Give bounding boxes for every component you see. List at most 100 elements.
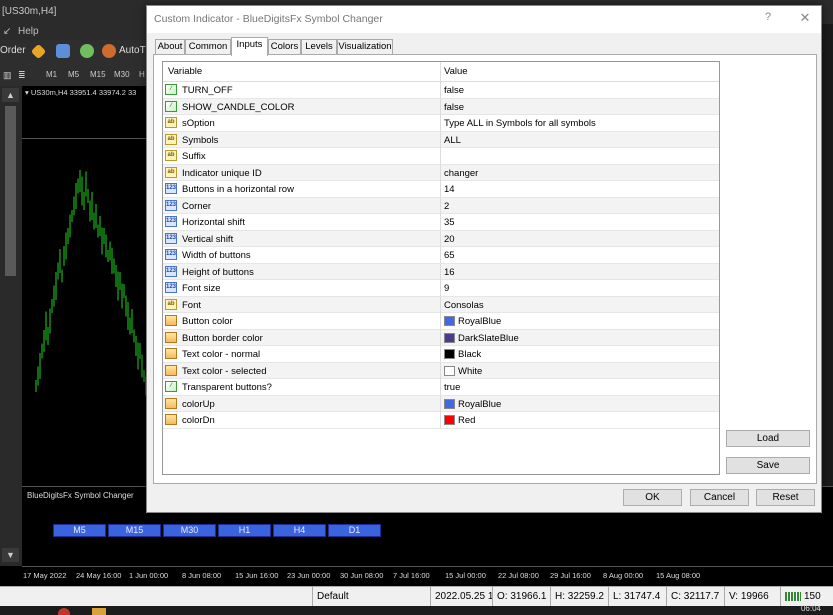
timeframe-m15[interactable]: M15 bbox=[90, 70, 106, 79]
column-divider bbox=[440, 346, 441, 362]
timeframe-h[interactable]: H bbox=[139, 70, 145, 79]
input-value[interactable]: Consolas bbox=[444, 300, 484, 311]
autotrading-icon[interactable] bbox=[102, 44, 116, 58]
input-row[interactable]: 123 Height of buttons 16 bbox=[163, 263, 719, 280]
input-value[interactable]: White bbox=[458, 366, 482, 377]
tab-common[interactable]: Common bbox=[185, 39, 231, 55]
input-row[interactable]: 123 Buttons in a horizontal row 14 bbox=[163, 181, 719, 198]
input-row[interactable]: 123 Font size 9 bbox=[163, 280, 719, 297]
tab-levels[interactable]: Levels bbox=[301, 39, 337, 55]
input-value[interactable]: 20 bbox=[444, 234, 455, 245]
input-value[interactable]: 9 bbox=[444, 283, 449, 294]
column-header-value[interactable]: Value bbox=[444, 66, 468, 77]
help-icon[interactable]: ? bbox=[760, 11, 776, 27]
column-divider bbox=[440, 247, 441, 263]
tf-button-h1[interactable]: H1 bbox=[218, 524, 271, 537]
input-value[interactable]: ALL bbox=[444, 135, 461, 146]
input-row[interactable]: ab Font Consolas bbox=[163, 296, 719, 313]
signal-icon[interactable] bbox=[80, 44, 94, 58]
input-row[interactable]: 123 Vertical shift 20 bbox=[163, 230, 719, 247]
menu-help[interactable]: Help bbox=[18, 26, 39, 37]
status-datetime: 2022.05.25 16:00 bbox=[430, 587, 492, 606]
input-value[interactable]: Red bbox=[458, 415, 475, 426]
load-button[interactable]: Load bbox=[726, 430, 810, 447]
tab-about[interactable]: About bbox=[155, 39, 185, 55]
input-row[interactable]: colorUp RoyalBlue bbox=[163, 395, 719, 412]
ok-button[interactable]: OK bbox=[623, 489, 682, 506]
input-variable-name: Transparent buttons? bbox=[182, 382, 272, 393]
tab-visualization[interactable]: Visualization bbox=[337, 39, 393, 55]
input-value[interactable]: RoyalBlue bbox=[458, 316, 501, 327]
integer-type-icon: 123 bbox=[165, 232, 177, 244]
crosshair-icon[interactable]: ▥ bbox=[3, 70, 12, 81]
input-row[interactable]: ab Symbols ALL bbox=[163, 131, 719, 148]
input-row[interactable]: 123 Width of buttons 65 bbox=[163, 247, 719, 264]
column-separator[interactable] bbox=[440, 62, 441, 82]
chevron-down-icon[interactable]: ▼ bbox=[2, 548, 19, 562]
input-value[interactable]: 65 bbox=[444, 250, 455, 261]
input-row[interactable]: ab Suffix bbox=[163, 148, 719, 165]
timeframe-m1[interactable]: M1 bbox=[46, 70, 57, 79]
autotrading-button[interactable]: AutoT bbox=[119, 45, 146, 56]
line-studies-icon[interactable]: ≣ bbox=[18, 70, 26, 81]
tab-inputs[interactable]: Inputs bbox=[231, 37, 268, 56]
input-row[interactable]: Text color - normal Black bbox=[163, 346, 719, 363]
tf-button-d1[interactable]: D1 bbox=[328, 524, 381, 537]
input-value[interactable]: 14 bbox=[444, 184, 455, 195]
dialog-titlebar[interactable]: Custom Indicator - BlueDigitsFx Symbol C… bbox=[147, 6, 821, 33]
integer-type-icon: 123 bbox=[165, 199, 177, 211]
input-row[interactable]: Button color RoyalBlue bbox=[163, 313, 719, 330]
input-value[interactable]: RoyalBlue bbox=[458, 399, 501, 410]
color-type-icon bbox=[165, 331, 177, 343]
input-row[interactable]: Text color - selected White bbox=[163, 362, 719, 379]
navigator-icon[interactable] bbox=[56, 44, 70, 58]
input-row[interactable]: Button border color DarkSlateBlue bbox=[163, 329, 719, 346]
input-row[interactable]: ab Indicator unique ID changer bbox=[163, 164, 719, 181]
timeframe-m30[interactable]: M30 bbox=[114, 70, 130, 79]
close-icon[interactable]: ✕ bbox=[797, 10, 813, 26]
input-value[interactable]: DarkSlateBlue bbox=[458, 333, 519, 344]
timeframe-m5[interactable]: M5 bbox=[68, 70, 79, 79]
input-row[interactable]: 123 Corner 2 bbox=[163, 197, 719, 214]
left-scrollbar[interactable]: ▲ ▼ bbox=[0, 86, 22, 566]
column-header-variable[interactable]: Variable bbox=[168, 66, 202, 77]
browser-icon[interactable] bbox=[58, 608, 70, 615]
reset-button[interactable]: Reset bbox=[756, 489, 815, 506]
tf-button-m5[interactable]: M5 bbox=[53, 524, 106, 537]
chevron-up-icon[interactable]: ▲ bbox=[2, 88, 19, 102]
input-value[interactable]: Black bbox=[458, 349, 481, 360]
input-variable-name: Width of buttons bbox=[182, 250, 251, 261]
tf-button-m15[interactable]: M15 bbox=[108, 524, 161, 537]
scroll-thumb[interactable] bbox=[5, 106, 16, 276]
input-row[interactable]: colorDn Red bbox=[163, 412, 719, 429]
input-row[interactable]: ⁄ TURN_OFF false bbox=[163, 82, 719, 99]
input-value[interactable]: 35 bbox=[444, 217, 455, 228]
input-value[interactable]: Type ALL in Symbols for all symbols bbox=[444, 118, 596, 129]
input-row[interactable]: ⁄ Transparent buttons? true bbox=[163, 379, 719, 396]
input-value[interactable]: 2 bbox=[444, 201, 449, 212]
diamond-icon[interactable] bbox=[30, 43, 47, 60]
tab-colors[interactable]: Colors bbox=[268, 39, 301, 55]
input-value[interactable]: false bbox=[444, 85, 464, 96]
menu-arrow-icon[interactable]: ↙ bbox=[3, 26, 11, 37]
input-variable-name: Text color - normal bbox=[182, 349, 261, 360]
price-chart[interactable]: ▾ US30m,H4 33951.4 33974.2 33 bbox=[22, 86, 150, 486]
input-row[interactable]: 123 Horizontal shift 35 bbox=[163, 214, 719, 231]
time-label: 17 May 2022 bbox=[23, 571, 67, 580]
save-button[interactable]: Save bbox=[726, 457, 810, 474]
input-value[interactable]: changer bbox=[444, 168, 478, 179]
status-volume: V: 19966 bbox=[724, 587, 780, 606]
time-label: 8 Aug 00:00 bbox=[603, 571, 644, 580]
input-row[interactable]: ab sOption Type ALL in Symbols for all sym… bbox=[163, 115, 719, 132]
input-value[interactable]: false bbox=[444, 102, 464, 113]
input-variable-name: colorDn bbox=[182, 415, 215, 426]
input-row[interactable]: ⁄ SHOW_CANDLE_COLOR false bbox=[163, 98, 719, 115]
input-value[interactable]: true bbox=[444, 382, 460, 393]
cancel-button[interactable]: Cancel bbox=[690, 489, 749, 506]
folder-icon[interactable] bbox=[92, 608, 106, 615]
tf-button-h4[interactable]: H4 bbox=[273, 524, 326, 537]
input-value[interactable]: 16 bbox=[444, 267, 455, 278]
tf-button-m30[interactable]: M30 bbox=[163, 524, 216, 537]
status-profile[interactable]: Default bbox=[312, 587, 430, 606]
new-order-button[interactable]: Order bbox=[0, 45, 26, 56]
